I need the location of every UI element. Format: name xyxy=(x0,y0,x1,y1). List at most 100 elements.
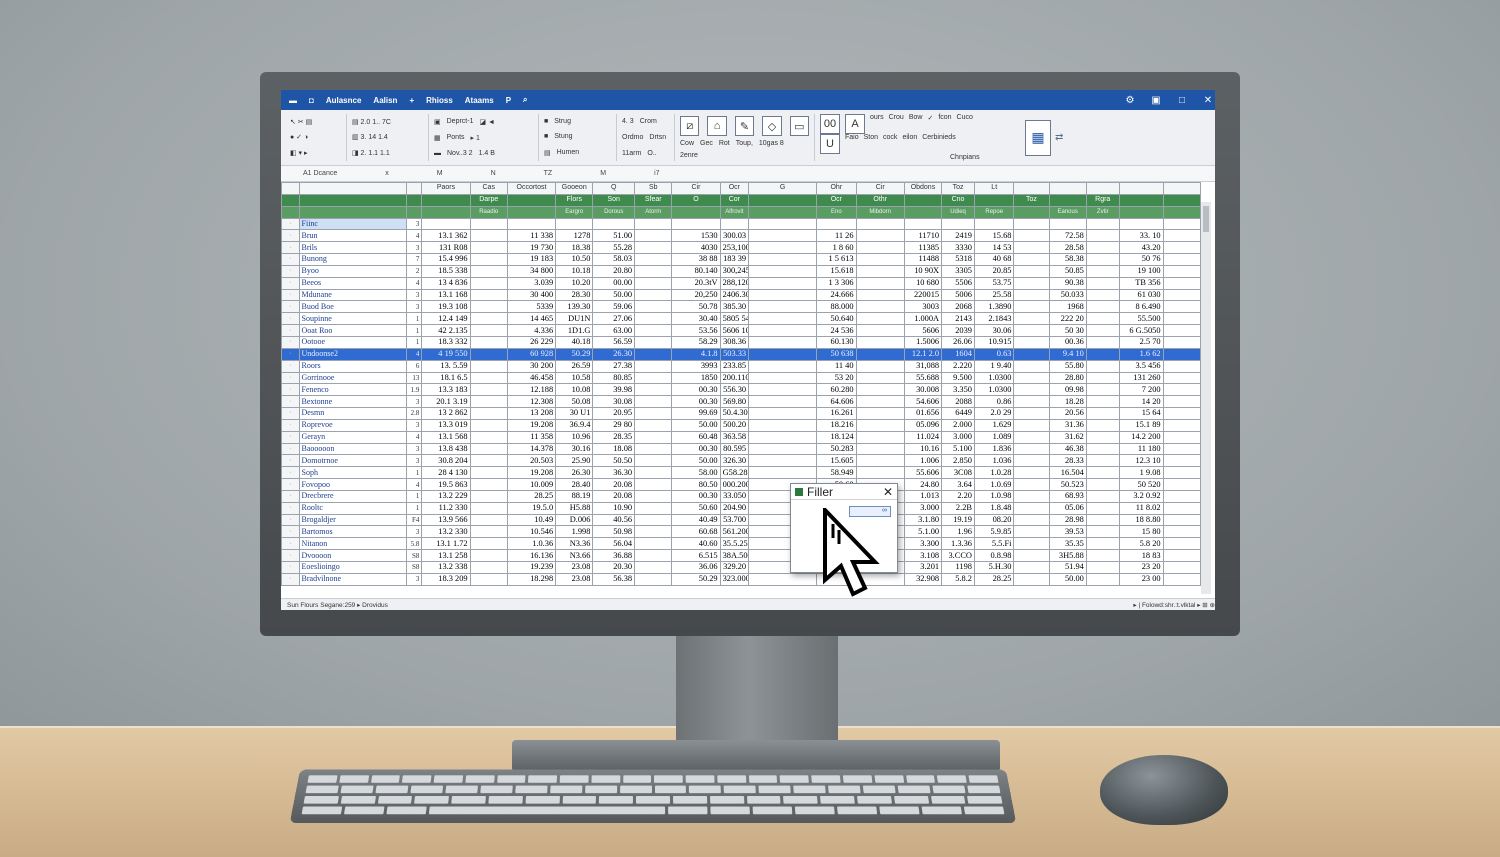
table-cell[interactable]: 31.36 xyxy=(1048,418,1087,432)
table-cell[interactable]: 561.200 xyxy=(719,525,750,539)
table-cell[interactable]: 10.16 xyxy=(903,442,943,456)
row-number[interactable]: · xyxy=(281,501,300,515)
table-cell[interactable]: 5.5.Fi xyxy=(973,537,1015,551)
table-cell[interactable] xyxy=(1085,359,1120,373)
row-number[interactable]: · xyxy=(281,454,300,468)
table-cell[interactable]: 12.308 xyxy=(506,395,557,409)
header-cell[interactable]: Rgra xyxy=(1085,193,1120,207)
table-cell[interactable]: 54.606 xyxy=(903,395,943,409)
header-cell[interactable]: Darpe xyxy=(469,193,508,207)
header-cell[interactable]: Dorous xyxy=(592,205,636,219)
table-cell[interactable]: 131 R08 xyxy=(421,241,471,255)
table-cell[interactable]: 60 928 xyxy=(506,347,557,361)
table-cell[interactable] xyxy=(469,383,508,397)
table-cell[interactable]: 2.850 xyxy=(941,454,975,468)
clipboard-icon[interactable]: ↖ ✂ ▤ xyxy=(290,118,312,126)
table-cell[interactable]: 51.94 xyxy=(1048,561,1087,574)
table-cell[interactable]: 28.25 xyxy=(973,572,1015,586)
bookmark-icon[interactable]: ⌂ xyxy=(707,116,727,137)
table-cell[interactable]: 26 229 xyxy=(506,335,557,349)
table-cell[interactable]: 3.64 xyxy=(941,478,975,491)
table-cell[interactable] xyxy=(1162,395,1202,409)
table-cell[interactable]: 3.2 0.92 xyxy=(1118,489,1164,503)
table-cell[interactable] xyxy=(1085,489,1120,503)
row-label[interactable]: Gerayn xyxy=(298,430,408,444)
table-cell[interactable]: 50 520 xyxy=(1118,478,1164,491)
table-cell[interactable] xyxy=(469,489,508,503)
style-icon-2[interactable]: ■ xyxy=(544,133,548,140)
table-row[interactable]: · Buod Boe 3 19.3 108 5339 139.30 59.06 50.78 38… xyxy=(281,300,1202,314)
table-row[interactable]: · Byoo 2 18.5 338 34 800 10.18 20.80 80.140 300,… xyxy=(281,264,1202,278)
table-cell[interactable]: 00.30 xyxy=(671,395,721,409)
table-cell[interactable]: H5.88 xyxy=(555,501,594,515)
row-index[interactable]: F4 xyxy=(405,513,423,527)
row-label[interactable]: Desmn xyxy=(298,407,408,420)
table-cell[interactable]: 28.25 xyxy=(506,489,557,503)
header-cell[interactable]: Cno xyxy=(941,193,975,207)
header-cell[interactable]: Eargro xyxy=(555,205,594,219)
ribbon-label-stung[interactable]: Stung xyxy=(554,133,572,140)
table-cell[interactable]: 3330 xyxy=(941,241,975,255)
table-cell[interactable] xyxy=(1013,395,1050,409)
row-label[interactable]: Bextonne xyxy=(298,395,408,409)
table-cell[interactable]: 55.606 xyxy=(903,466,943,480)
table-cell[interactable] xyxy=(1013,561,1050,574)
table-cell[interactable] xyxy=(855,418,905,432)
table-cell[interactable] xyxy=(973,217,1015,231)
table-cell[interactable]: 00.00 xyxy=(592,276,636,290)
table-cell[interactable] xyxy=(1013,383,1050,397)
table-cell[interactable] xyxy=(1085,478,1120,491)
table-cell[interactable]: 11 40 xyxy=(816,359,857,373)
ribbon-label-faio[interactable]: Faio xyxy=(845,134,859,154)
table-cell[interactable]: 19 100 xyxy=(1118,264,1164,278)
paste-icon[interactable]: ◧ ▾ ▸ xyxy=(290,149,308,157)
table-cell[interactable]: 2.0 29 xyxy=(973,407,1015,420)
header-cell[interactable]: Repoe xyxy=(973,205,1015,219)
table-cell[interactable] xyxy=(816,217,857,231)
table-cell[interactable]: 13.2 229 xyxy=(421,489,471,503)
table-cell[interactable]: 1.089 xyxy=(973,430,1015,444)
table-cell[interactable] xyxy=(941,217,975,231)
table-cell[interactable]: 10.915 xyxy=(973,335,1015,349)
table-row[interactable]: · Baooooon 3 13.8 438 14.378 30.16 18.08 00.30 8… xyxy=(281,442,1202,456)
table-cell[interactable] xyxy=(469,347,508,361)
table-cell[interactable] xyxy=(748,347,818,361)
table-cell[interactable] xyxy=(634,312,673,326)
layout-icon[interactable]: ▦ xyxy=(1025,119,1051,156)
table-cell[interactable] xyxy=(1162,264,1202,278)
header-cell[interactable]: Othr xyxy=(855,193,905,207)
table-cell[interactable] xyxy=(748,288,818,302)
header-cell[interactable] xyxy=(1162,205,1202,219)
table-cell[interactable]: 12.188 xyxy=(506,383,557,397)
table-row[interactable]: · Bunong 7 15.4 996 19 183 10.50 58.03 38 88 183… xyxy=(281,253,1202,266)
table-cell[interactable]: 08.20 xyxy=(973,513,1015,527)
table-cell[interactable] xyxy=(634,513,673,527)
table-cell[interactable]: 50.60 xyxy=(671,501,721,515)
table-cell[interactable] xyxy=(634,335,673,349)
table-cell[interactable] xyxy=(855,276,905,290)
table-cell[interactable] xyxy=(1013,288,1050,302)
table-cell[interactable] xyxy=(1162,253,1202,266)
table-cell[interactable]: 18.28 xyxy=(1048,395,1087,409)
table-cell[interactable]: 3.000 xyxy=(903,501,943,515)
table-cell[interactable] xyxy=(634,454,673,468)
row-number[interactable]: · xyxy=(281,466,300,480)
table-cell[interactable]: 40.49 xyxy=(671,513,721,527)
table-cell[interactable]: 18.216 xyxy=(816,418,857,432)
table-cell[interactable]: 220015 xyxy=(903,288,943,302)
table-cell[interactable]: 16.136 xyxy=(506,549,557,562)
row-number[interactable]: · xyxy=(281,371,300,385)
table-cell[interactable]: 50 76 xyxy=(1118,253,1164,266)
table-cell[interactable] xyxy=(1013,501,1050,515)
table-cell[interactable]: 55.80 xyxy=(1048,359,1087,373)
row-label[interactable]: Baooooon xyxy=(298,442,408,456)
table-cell[interactable]: 40 68 xyxy=(973,253,1015,266)
table-cell[interactable] xyxy=(1085,501,1120,515)
table-cell[interactable] xyxy=(469,525,508,539)
row-index[interactable]: 3 xyxy=(405,395,423,409)
table-cell[interactable]: 23.08 xyxy=(555,561,594,574)
table-cell[interactable] xyxy=(671,217,721,231)
row-number[interactable]: · xyxy=(281,489,300,503)
table-cell[interactable]: 15 80 xyxy=(1118,525,1164,539)
row-index[interactable]: 3 xyxy=(405,525,423,539)
